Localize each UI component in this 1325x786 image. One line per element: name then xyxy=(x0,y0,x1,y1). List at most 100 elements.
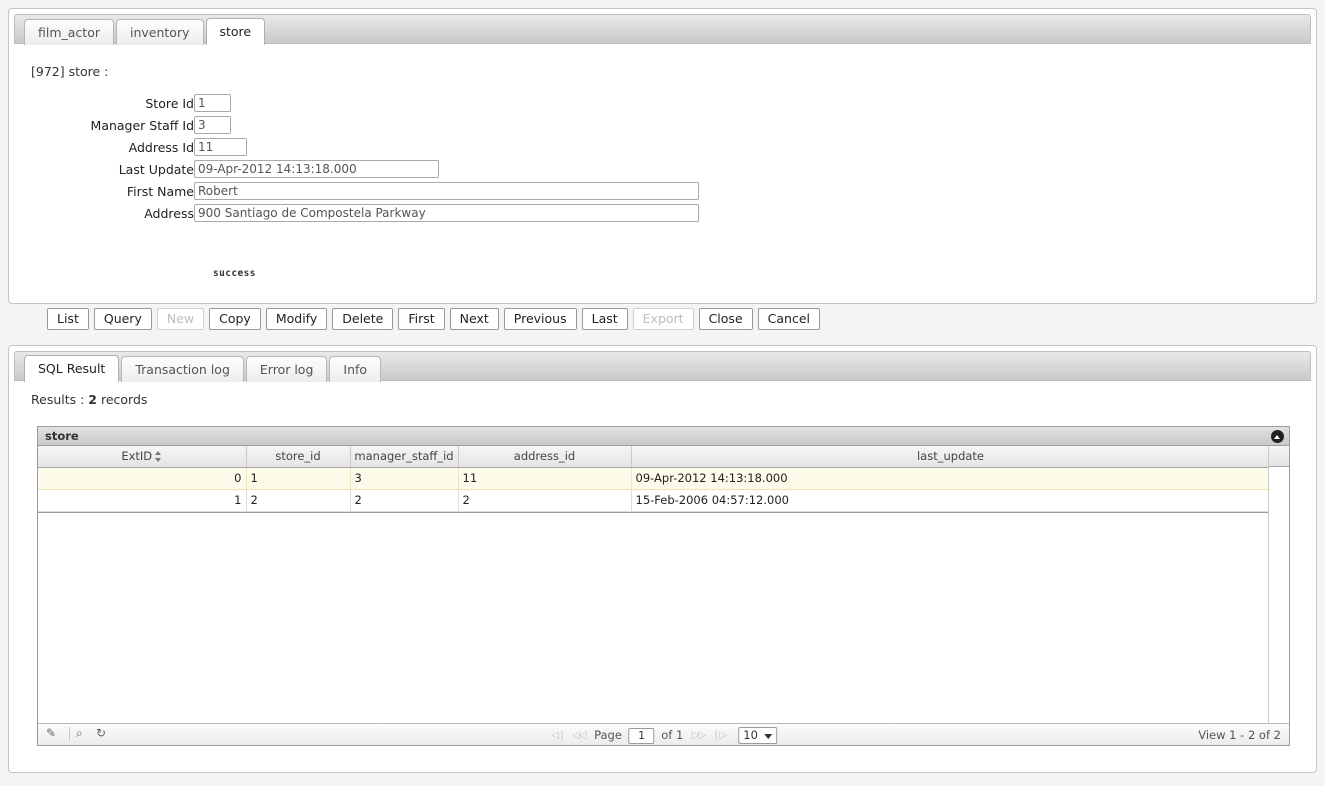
grid-row[interactable]: 0131109-Apr-2012 14:13:18.000 xyxy=(38,467,1270,489)
grid-rows-bottom-rule xyxy=(38,512,1270,513)
previous-button[interactable]: Previous xyxy=(504,308,577,330)
grid-view-count: View 1 - 2 of 2 xyxy=(1198,724,1281,746)
grid-row[interactable]: 122215-Feb-2006 04:57:12.000 xyxy=(38,489,1270,511)
grid-caption-label: store xyxy=(45,429,79,443)
grid-tool-buttons: ✎ ⌕↻ xyxy=(46,726,116,743)
pager-page-size-value: 10 xyxy=(743,728,758,742)
tab-label: SQL Result xyxy=(38,361,105,376)
sort-updown-icon[interactable] xyxy=(155,451,162,462)
record-field-table: Store IdManager Staff IdAddress IdLast U… xyxy=(9,92,699,224)
form-row-first-name: First Name xyxy=(9,180,699,202)
grid-cell-ExtID: 1 xyxy=(38,489,246,511)
grid-header-label: address_id xyxy=(514,449,575,463)
tab-store[interactable]: store xyxy=(206,18,266,45)
grid-header-row: ExtID store_id manager_staff_id address_id l… xyxy=(38,446,1270,467)
tab-label: inventory xyxy=(130,25,190,40)
grid-cell-store_id: 2 xyxy=(246,489,350,511)
pager-prev-icon[interactable]: ◁◁ xyxy=(570,728,587,744)
sql-result-panel: SQL Result Transaction log Error log Info R… xyxy=(8,345,1317,773)
input-last-update[interactable] xyxy=(194,160,439,178)
grid-header-label: manager_staff_id xyxy=(354,449,453,463)
field-label-manager-staff-id: Manager Staff Id xyxy=(9,114,194,136)
grid-cell-store_id: 1 xyxy=(246,467,350,489)
chevron-down-icon xyxy=(764,734,772,739)
tab-transaction-log[interactable]: Transaction log xyxy=(121,356,244,382)
field-cell-last-update xyxy=(194,158,699,180)
tab-label: Error log xyxy=(260,362,314,377)
search-icon[interactable]: ⌕ xyxy=(76,726,93,743)
grid-header-address_id[interactable]: address_id xyxy=(458,446,631,467)
grid-caption-bar: store xyxy=(38,427,1289,446)
cancel-button[interactable]: Cancel xyxy=(758,308,820,330)
form-row-address-id: Address Id xyxy=(9,136,699,158)
field-label-last-update: Last Update xyxy=(9,158,194,180)
field-label-address: Address xyxy=(9,202,194,224)
grid-cell-last_update: 15-Feb-2006 04:57:12.000 xyxy=(631,489,1270,511)
input-address[interactable] xyxy=(194,204,699,222)
input-address-id[interactable] xyxy=(194,138,247,156)
field-cell-first-name xyxy=(194,180,699,202)
record-action-button-bar: ListQueryNewCopyModifyDeleteFirstNextPre… xyxy=(47,308,825,330)
pager-of-label: of 1 xyxy=(661,728,683,742)
field-label-store-id: Store Id xyxy=(9,92,194,114)
input-first-name[interactable] xyxy=(194,182,699,200)
field-cell-address xyxy=(194,202,699,224)
results-prefix: Results : xyxy=(31,392,88,407)
pager-page-input[interactable] xyxy=(629,728,655,744)
grid-header-last_update[interactable]: last_update xyxy=(631,446,1270,467)
grid-header-ExtID[interactable]: ExtID xyxy=(38,446,246,467)
pager-next-icon[interactable]: ▷▷ xyxy=(690,728,707,744)
first-button[interactable]: First xyxy=(398,308,444,330)
field-label-first-name: First Name xyxy=(9,180,194,202)
field-cell-manager-staff-id xyxy=(194,114,699,136)
results-summary: Results : 2 records xyxy=(31,392,147,407)
refresh-icon[interactable]: ↻ xyxy=(96,726,113,743)
grid-cell-ExtID: 0 xyxy=(38,467,246,489)
form-row-store-id: Store Id xyxy=(9,92,699,114)
form-row-address: Address xyxy=(9,202,699,224)
grid-cell-last_update: 09-Apr-2012 14:13:18.000 xyxy=(631,467,1270,489)
field-cell-address-id xyxy=(194,136,699,158)
next-button[interactable]: Next xyxy=(450,308,499,330)
delete-button[interactable]: Delete xyxy=(332,308,393,330)
tab-sql-result[interactable]: SQL Result xyxy=(24,355,119,382)
collapse-up-icon[interactable] xyxy=(1271,430,1284,443)
pager-last-icon[interactable]: ❘▷ xyxy=(711,728,728,744)
input-store-id[interactable] xyxy=(194,94,231,112)
pager-page-size-select[interactable]: 10 xyxy=(738,727,777,744)
modify-button[interactable]: Modify xyxy=(266,308,327,330)
toolbar-separator xyxy=(69,727,70,741)
grid-scroll-gutter[interactable] xyxy=(1268,446,1289,724)
grid-header-label: store_id xyxy=(275,449,320,463)
query-button[interactable]: Query xyxy=(94,308,152,330)
grid-cell-manager_staff_id: 2 xyxy=(350,489,458,511)
last-button[interactable]: Last xyxy=(582,308,628,330)
tab-label: store xyxy=(220,24,252,39)
pager-first-icon[interactable]: ◁❘ xyxy=(550,728,567,744)
grid-gutter-header xyxy=(1269,446,1289,467)
grid-cell-address_id: 11 xyxy=(458,467,631,489)
list-button[interactable]: List xyxy=(47,308,89,330)
record-form-panel: film_actor inventory store [972] store : S… xyxy=(8,8,1317,304)
grid-header-label: last_update xyxy=(917,449,984,463)
close-button[interactable]: Close xyxy=(699,308,753,330)
tab-error-log[interactable]: Error log xyxy=(246,356,328,382)
pager-page-label: Page xyxy=(594,728,622,742)
tab-film-actor[interactable]: film_actor xyxy=(24,19,114,45)
grid-cell-address_id: 2 xyxy=(458,489,631,511)
tab-label: film_actor xyxy=(38,25,100,40)
grid-header-manager_staff_id[interactable]: manager_staff_id xyxy=(350,446,458,467)
tab-info[interactable]: Info xyxy=(329,356,381,382)
input-manager-staff-id[interactable] xyxy=(194,116,231,134)
grid-header-store_id[interactable]: store_id xyxy=(246,446,350,467)
grid-header-label: ExtID xyxy=(121,449,152,463)
grid-table: ExtID store_id manager_staff_id address_id l… xyxy=(38,446,1271,512)
tab-inventory[interactable]: inventory xyxy=(116,19,204,45)
tab-label: Info xyxy=(343,362,367,377)
results-count: 2 xyxy=(88,392,97,407)
record-title: [972] store : xyxy=(31,64,108,79)
grid-pager: ◁❘ ◁◁ Page of 1 ▷▷ ❘▷ 10 xyxy=(550,724,778,746)
result-grid: store ExtID store_id manager_staff_id addre… xyxy=(37,426,1290,746)
edit-pencil-icon[interactable]: ✎ xyxy=(46,726,63,743)
copy-button[interactable]: Copy xyxy=(209,308,261,330)
